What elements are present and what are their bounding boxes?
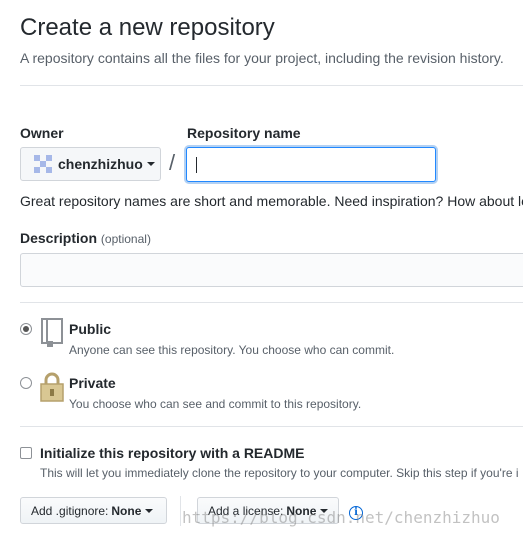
owner-dropdown[interactable]: chenzhizhuo <box>20 147 161 181</box>
text-cursor <box>196 157 197 173</box>
readme-checkbox[interactable] <box>20 447 32 459</box>
watermark: https://blog.csdn.net/chenzhizhuo <box>182 508 500 527</box>
repo-name-hint: Great repository names are short and mem… <box>20 193 523 209</box>
divider <box>20 426 523 427</box>
public-radio[interactable] <box>20 323 32 335</box>
vertical-divider <box>180 496 181 526</box>
chevron-down-icon <box>145 508 154 513</box>
gitignore-dropdown[interactable]: Add .gitignore: None <box>20 497 167 524</box>
owner-label: Owner <box>20 125 64 141</box>
readme-title: Initialize this repository with a README <box>40 445 305 461</box>
description-label: Description <box>20 230 98 246</box>
page-title: Create a new repository <box>20 14 275 41</box>
private-radio[interactable] <box>20 377 32 389</box>
repository-name-input[interactable] <box>186 147 436 182</box>
owner-repo-separator: / <box>169 150 176 175</box>
public-title: Public <box>69 321 112 337</box>
lock-icon <box>39 371 65 403</box>
description-label-row: Description (optional) <box>20 230 151 246</box>
owner-name: chenzhizhuo <box>58 156 143 172</box>
divider <box>20 85 523 86</box>
chevron-down-icon <box>146 162 155 166</box>
avatar <box>34 155 52 173</box>
readme-note: This will let you immediately clone the … <box>40 466 519 480</box>
divider <box>20 302 523 303</box>
public-note: Anyone can see this repository. You choo… <box>69 343 395 357</box>
page-subtitle: A repository contains all the files for … <box>20 50 504 66</box>
repo-name-label: Repository name <box>187 125 301 141</box>
gitignore-key: Add .gitignore: <box>31 503 109 518</box>
private-note: You choose who can see and commit to thi… <box>69 397 362 411</box>
description-input[interactable] <box>20 253 523 287</box>
gitignore-value: None <box>111 503 142 518</box>
book-icon <box>39 317 65 347</box>
private-title: Private <box>69 375 116 391</box>
optional-note: (optional) <box>100 232 151 246</box>
